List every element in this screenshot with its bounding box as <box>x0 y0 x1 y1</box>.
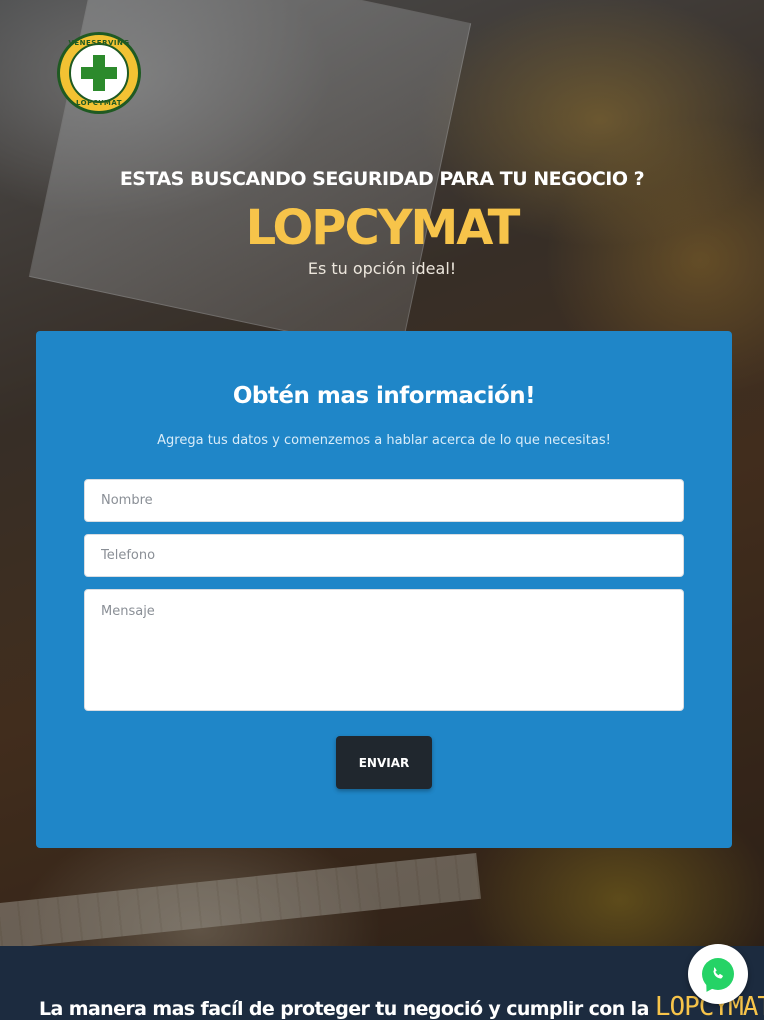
banner-text: La manera mas facíl de proteger tu negoc… <box>39 998 655 1020</box>
phone-input[interactable] <box>84 534 684 577</box>
message-textarea[interactable] <box>84 589 684 711</box>
banner-text-line: La manera mas facíl de proteger tu negoc… <box>39 992 764 1020</box>
form-title: Obtén mas información! <box>232 383 536 409</box>
bottom-banner: La manera mas facíl de proteger tu negoc… <box>0 946 764 1020</box>
phone-handset-icon <box>713 967 723 979</box>
hero-brand-title: LOPCYMAT <box>245 200 521 256</box>
green-cross-icon <box>69 43 129 103</box>
hero-subtitle: Es tu opción ideal! <box>307 259 457 278</box>
logo-ring-bottom-text: LOPCYMAT <box>75 99 123 107</box>
name-input[interactable] <box>84 479 684 522</box>
submit-button[interactable]: ENVIAR <box>336 736 432 789</box>
site-logo[interactable]: VENESERVING LOPCYMAT <box>57 32 141 114</box>
whatsapp-button[interactable] <box>688 944 748 1004</box>
whatsapp-icon <box>702 958 734 990</box>
contact-form-card: Obtén mas información! Agrega tus datos … <box>36 331 732 848</box>
form-description: Agrega tus datos y comenzemos a hablar a… <box>157 433 611 448</box>
hero-question: ESTAS BUSCANDO SEGURIDAD PARA TU NEGOCIO… <box>119 168 645 190</box>
